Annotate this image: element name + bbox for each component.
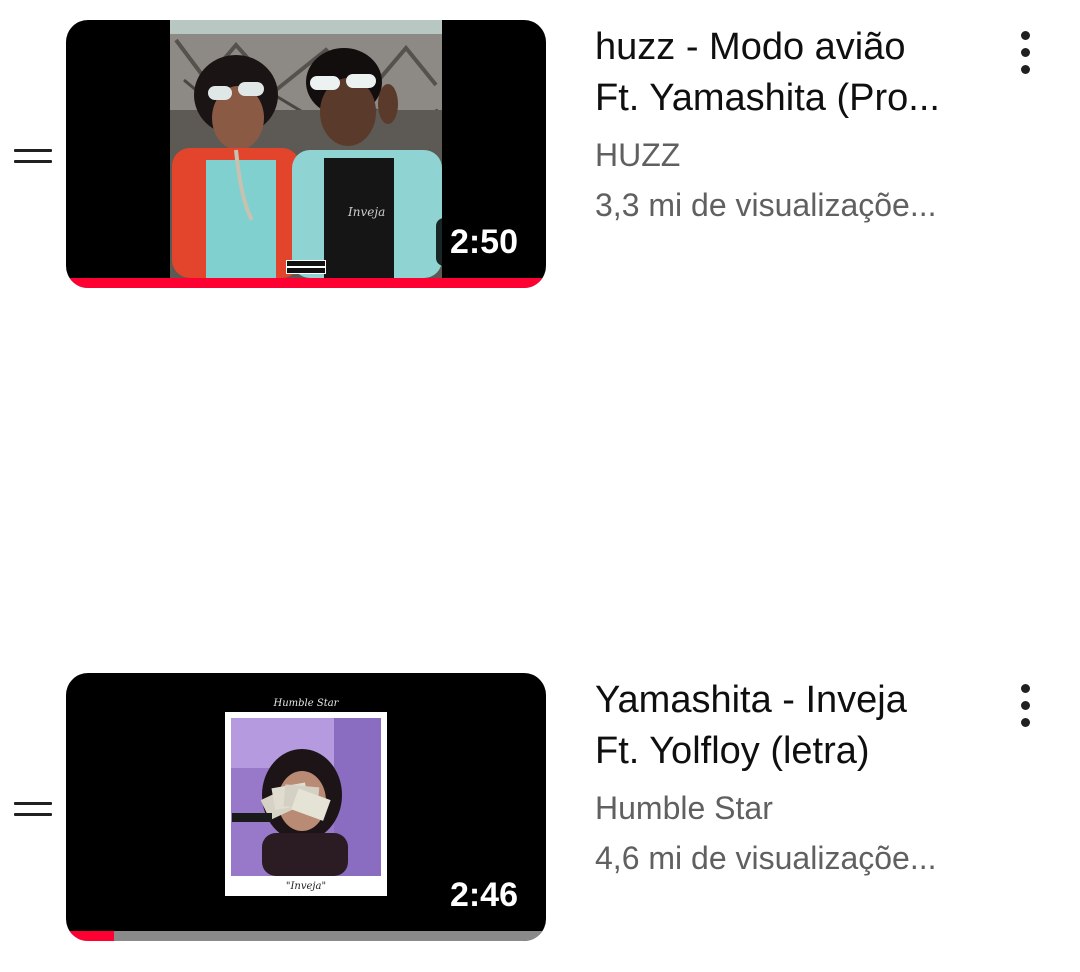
watch-progress-fill — [66, 931, 114, 941]
watch-progress-bar — [66, 278, 546, 288]
drag-handle-icon[interactable] — [14, 798, 52, 820]
video-duration-badge: 2:46 — [435, 871, 532, 919]
watch-progress-fill — [66, 278, 546, 288]
video-title-line: Ft. Yamashita (Pro... — [595, 77, 940, 119]
video-title-line: Ft. Yolfloy (letra) — [595, 730, 870, 772]
watch-progress-bar — [66, 931, 546, 941]
view-count: 3,3 mi de visualizaçõe... — [595, 187, 937, 223]
video-title[interactable]: Yamashita - Inveja Ft. Yolfloy (letra) — [595, 675, 990, 777]
thumbnail-caption-text: "Inveja" — [286, 881, 326, 892]
video-title-line: huzz - Modo avião — [595, 26, 906, 68]
playlist-item[interactable]: Humble Star "Inveja" 2:46 Yamashita - In… — [0, 673, 1080, 941]
video-title[interactable]: huzz - Modo avião Ft. Yamashita (Pro... — [595, 22, 990, 124]
video-metadata[interactable]: huzz - Modo avião Ft. Yamashita (Pro... … — [595, 22, 990, 230]
more-vert-icon[interactable] — [1004, 679, 1048, 733]
drag-handle-icon[interactable] — [14, 145, 52, 167]
more-vert-icon[interactable] — [1004, 26, 1048, 80]
playlist-item[interactable]: Inveja 2:50 huzz - Modo avião Ft. Yamash… — [0, 20, 1080, 288]
video-thumbnail[interactable]: Inveja 2:50 — [66, 20, 546, 288]
video-metadata[interactable]: Yamashita - Inveja Ft. Yolfloy (letra) H… — [595, 675, 990, 883]
video-thumbnail[interactable]: Humble Star "Inveja" 2:46 — [66, 673, 546, 941]
channel-name: Humble Star — [595, 790, 773, 826]
channel-name: HUZZ — [595, 137, 681, 173]
playlist-video-list: Inveja 2:50 huzz - Modo avião Ft. Yamash… — [0, 0, 1080, 972]
thumbnail-brand-text: Humble Star — [273, 698, 340, 709]
video-title-line: Yamashita - Inveja — [595, 679, 907, 721]
svg-text:Inveja: Inveja — [347, 205, 385, 219]
view-count: 4,6 mi de visualizaçõe... — [595, 840, 937, 876]
video-duration-badge: 2:50 — [435, 218, 532, 266]
